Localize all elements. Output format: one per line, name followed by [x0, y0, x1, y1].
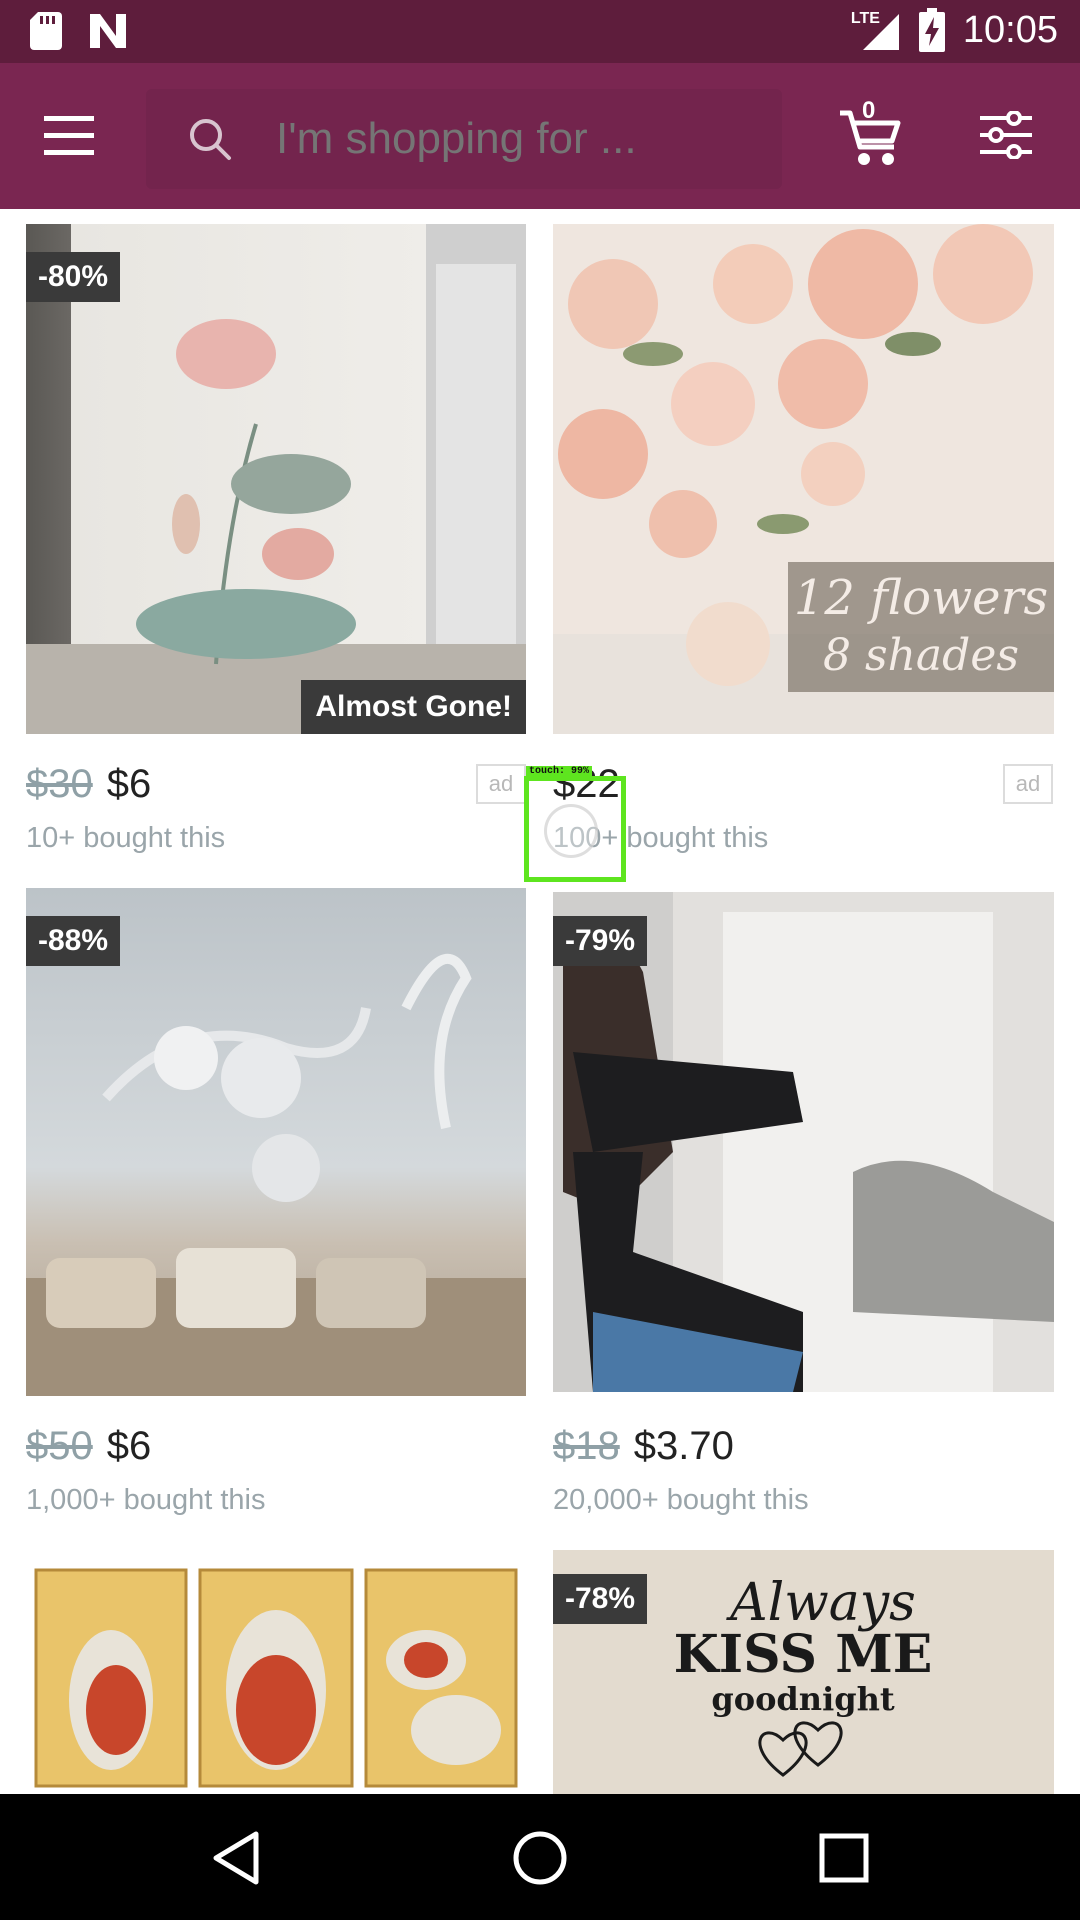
product-image[interactable]: -79% — [553, 892, 1054, 1392]
product-image[interactable] — [26, 1550, 526, 1794]
bought-count: 1,000+ bought this — [26, 1484, 266, 1516]
sale-price: $6 — [106, 762, 152, 806]
search-bar[interactable] — [146, 89, 782, 189]
signal-icon: LTE — [851, 8, 901, 52]
product-card[interactable]: -88% $50 $6 1,000+ bought this — [26, 888, 526, 1518]
decal-line-3: goodnight — [711, 1680, 895, 1718]
menu-icon[interactable] — [44, 114, 100, 158]
svg-text:8 shades: 8 shades — [823, 630, 1019, 681]
clock: 10:05 — [962, 8, 1058, 51]
sd-card-icon — [30, 12, 62, 50]
product-image[interactable]: 12 flowers 8 shades — [553, 224, 1054, 734]
touch-point — [544, 804, 598, 858]
discount-badge: -80% — [26, 252, 121, 302]
recents-icon[interactable] — [814, 1828, 874, 1888]
brick-foam-panel-illustration — [553, 892, 1054, 1392]
bought-count: 20,000+ bought this — [553, 1484, 809, 1516]
product-image[interactable]: -80% Almost Gone! — [26, 224, 526, 734]
status-bar: LTE 10:05 — [0, 0, 1080, 63]
ad-label: ad — [476, 764, 526, 804]
home-icon[interactable] — [510, 1828, 570, 1888]
sale-price: $3.70 — [633, 1424, 734, 1468]
product-card[interactable] — [26, 1550, 526, 1794]
navigation-bar — [0, 1794, 1080, 1920]
product-card[interactable]: -80% Almost Gone! $30 $6 ad 10+ bought th… — [26, 224, 526, 864]
ad-label: ad — [1003, 764, 1053, 804]
price-row: $18 $3.70 — [553, 1424, 734, 1469]
almost-gone-badge: Almost Gone! — [301, 680, 526, 734]
sale-price: $6 — [106, 1424, 152, 1468]
product-image[interactable]: -88% — [26, 888, 526, 1396]
app-bar: 0 — [0, 63, 1080, 209]
battery-charging-icon — [918, 8, 945, 52]
price-row: $50 $6 — [26, 1424, 151, 1469]
back-icon[interactable] — [206, 1828, 266, 1888]
svg-text:12 flowers: 12 flowers — [794, 570, 1048, 626]
cart-count: 0 — [862, 97, 876, 124]
filter-icon[interactable] — [980, 111, 1032, 159]
peony-wallpaper-illustration: 12 flowers 8 shades — [553, 224, 1054, 734]
original-price: $50 — [26, 1424, 93, 1468]
product-card[interactable]: Always KISS ME goodnight -78% — [553, 1550, 1054, 1794]
original-price: $30 — [26, 762, 93, 806]
original-price: $18 — [553, 1424, 620, 1468]
product-card[interactable]: 12 flowers 8 shades $22 ad 100+ bought t… — [553, 224, 1054, 864]
bought-count: 10+ bought this — [26, 822, 226, 854]
samurai-cat-prints-illustration — [34, 1568, 518, 1788]
product-image[interactable]: Always KISS ME goodnight -78% — [553, 1550, 1054, 1794]
screen: LTE 10:05 0 — [0, 0, 1080, 1920]
touch-label: touch: 99% — [526, 766, 593, 777]
cart-button[interactable]: 0 — [838, 97, 904, 169]
discount-badge: -78% — [553, 1574, 648, 1624]
discount-badge: -88% — [26, 916, 121, 966]
decal-line-2: KISS ME — [674, 1624, 933, 1685]
price-row: $30 $6 — [26, 762, 151, 807]
search-input[interactable] — [276, 114, 756, 164]
n-notification-icon — [90, 14, 126, 48]
discount-badge: -79% — [553, 916, 648, 966]
search-icon — [190, 119, 231, 160]
product-card[interactable]: -79% $18 $3.70 20,000+ bought this — [553, 892, 1054, 1518]
